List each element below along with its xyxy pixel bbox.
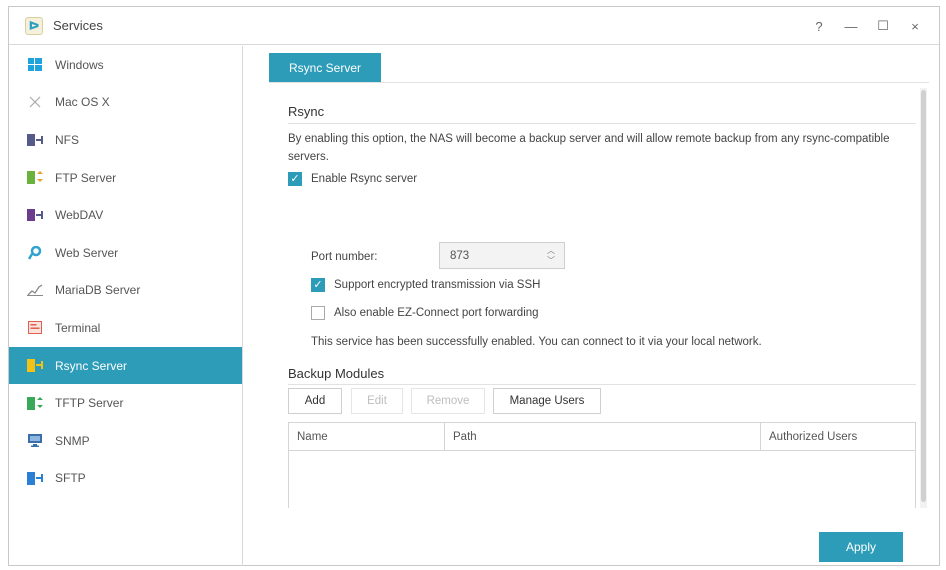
sidebar-item-label: SNMP (55, 433, 90, 448)
webdav-icon (27, 208, 43, 222)
edit-button[interactable]: Edit (351, 388, 403, 414)
port-number-input[interactable]: 873 ︿ ﹀ (439, 242, 565, 269)
rsync-section-divider (288, 123, 916, 124)
sidebar-item-snmp[interactable]: SNMP (9, 422, 242, 460)
minimize-icon[interactable]: — (835, 19, 867, 34)
tab-rsync-server[interactable]: Rsync Server (269, 53, 381, 82)
ssh-label: Support encrypted transmission via SSH (334, 279, 541, 291)
services-app-icon: ᐅ (25, 16, 43, 35)
sidebar-item-label: Web Server (55, 245, 119, 260)
enable-rsync-checkbox[interactable]: ✓ (288, 172, 302, 186)
vertical-scrollbar[interactable] (920, 88, 927, 508)
ssh-checkbox[interactable]: ✓ (311, 278, 325, 292)
sidebar-item-label: MariaDB Server (55, 283, 141, 298)
sidebar-item-tftp-server[interactable]: TFTP Server (9, 384, 242, 422)
maximize-icon[interactable]: ☐ (867, 18, 899, 34)
help-icon[interactable]: ? (803, 19, 835, 34)
rsync-section-title: Rsync (288, 104, 325, 119)
title-bar: ᐅ Services ? — ☐ × (9, 7, 939, 45)
sidebar-item-web-server[interactable]: Web Server (9, 234, 242, 272)
sidebar-item-nfs[interactable]: NFS (9, 121, 242, 159)
tab-divider (269, 82, 929, 83)
sidebar-item-label: Mac OS X (55, 95, 110, 110)
chevron-up-icon[interactable]: ︿ (547, 247, 555, 255)
sidebar-item-webdav[interactable]: WebDAV (9, 196, 242, 234)
ezconnect-label: Also enable EZ-Connect port forwarding (334, 307, 539, 319)
terminal-icon (27, 321, 43, 335)
mariadb-icon (27, 283, 43, 297)
enable-rsync-label: Enable Rsync server (311, 173, 418, 185)
services-window: ᐅ Services ? — ☐ × Windows Mac OS X NFS (8, 6, 940, 566)
mac-icon (27, 95, 43, 109)
close-icon[interactable]: × (899, 19, 931, 34)
settings-scroll-area: Rsync By enabling this option, the NAS w… (269, 88, 929, 508)
chevron-down-icon[interactable]: ﹀ (547, 257, 555, 265)
snmp-icon (27, 434, 43, 448)
sidebar-item-mac-os-x[interactable]: Mac OS X (9, 84, 242, 122)
windows-icon (27, 58, 43, 72)
sidebar-item-label: TFTP Server (55, 396, 124, 411)
scrollbar-thumb[interactable] (921, 90, 926, 502)
sidebar-item-rsync-server[interactable]: Rsync Server (9, 346, 242, 385)
sidebar-item-mariadb-server[interactable]: MariaDB Server (9, 272, 242, 310)
sidebar-item-label: SFTP (55, 471, 86, 486)
backup-modules-divider (288, 384, 916, 385)
sidebar-item-ftp-server[interactable]: FTP Server (9, 159, 242, 197)
column-header-path[interactable]: Path (445, 423, 761, 451)
enable-rsync-row[interactable]: ✓ Enable Rsync server (288, 172, 417, 186)
sidebar-item-label: Terminal (55, 320, 101, 335)
sidebar-item-terminal[interactable]: Terminal (9, 309, 242, 347)
ssh-row[interactable]: ✓ Support encrypted transmission via SSH (311, 278, 540, 292)
backup-modules-title: Backup Modules (288, 366, 385, 381)
window-title: Services (53, 18, 103, 33)
nfs-icon (27, 133, 43, 147)
port-number-label: Port number: (311, 251, 378, 263)
apply-button[interactable]: Apply (819, 532, 903, 562)
add-button[interactable]: Add (288, 388, 342, 414)
ezconnect-row[interactable]: Also enable EZ-Connect port forwarding (311, 306, 539, 320)
window-controls: ? — ☐ × (803, 7, 931, 45)
table-header: Name Path Authorized Users (289, 423, 915, 451)
rsync-description: By enabling this option, the NAS will be… (288, 133, 890, 163)
sidebar-item-label: Rsync Server (55, 358, 128, 373)
services-sidebar: Windows Mac OS X NFS FTP Server WebDAV W… (9, 46, 243, 566)
main-panel: Rsync Server Rsync By enabling this opti… (245, 46, 939, 566)
port-spinner[interactable]: ︿ ﹀ (546, 247, 556, 265)
backup-modules-table: Name Path Authorized Users (288, 422, 916, 508)
column-header-name[interactable]: Name (289, 423, 445, 451)
sftp-icon (27, 471, 43, 485)
ezconnect-checkbox[interactable] (311, 306, 325, 320)
remove-button[interactable]: Remove (411, 388, 485, 414)
rsync-icon (27, 359, 43, 373)
sidebar-item-label: Windows (55, 57, 104, 72)
manage-users-button[interactable]: Manage Users (493, 388, 601, 414)
column-header-authorized-users[interactable]: Authorized Users (761, 423, 915, 451)
port-number-value: 873 (450, 249, 470, 262)
sidebar-item-label: WebDAV (55, 208, 104, 223)
sidebar-item-windows[interactable]: Windows (9, 46, 242, 84)
ftp-icon (27, 171, 43, 185)
web-server-icon (27, 245, 43, 260)
sidebar-item-sftp[interactable]: SFTP (9, 460, 242, 498)
sidebar-item-label: NFS (55, 132, 79, 147)
service-status-text: This service has been successfully enabl… (311, 336, 762, 348)
sidebar-item-label: FTP Server (55, 170, 117, 185)
tftp-icon (27, 396, 43, 410)
